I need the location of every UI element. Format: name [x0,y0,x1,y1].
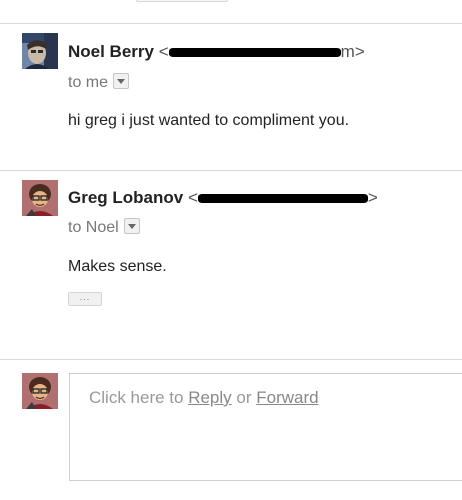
reply-prompt: Click here to Reply or Forward [89,388,319,407]
recipient-line: to Noel [68,218,140,237]
avatar-greg-lobanov[interactable] [22,180,58,216]
forward-link[interactable]: Forward [256,388,318,407]
redacted-email [168,48,341,58]
top-toolbar-button[interactable] [136,0,228,2]
sender-line: Greg Lobanov < > [68,188,378,208]
ellipsis-icon: ... [79,292,91,302]
sender-email: < m> [158,42,365,61]
message-divider [0,170,462,171]
sender-line: Noel Berry < m> [68,42,365,62]
message-divider [0,23,462,24]
sender-name: Noel Berry [68,42,154,61]
message-body: hi greg i just wanted to compliment you. [68,112,350,129]
redacted-email [197,194,368,204]
chevron-down-icon[interactable] [123,218,140,234]
reply-link[interactable]: Reply [188,388,231,407]
chevron-down-icon[interactable] [113,73,130,89]
avatar-noel-berry[interactable] [22,33,58,69]
avatar-current-user [22,373,58,409]
sender-email: < > [187,188,378,207]
recipient-line: to me [68,73,130,92]
reply-box[interactable]: Click here to Reply or Forward [69,373,462,481]
sender-name: Greg Lobanov [68,188,184,207]
message-divider [0,359,462,360]
show-trimmed-content-button[interactable]: ... [68,292,102,306]
message-body: Makes sense. [68,258,167,275]
